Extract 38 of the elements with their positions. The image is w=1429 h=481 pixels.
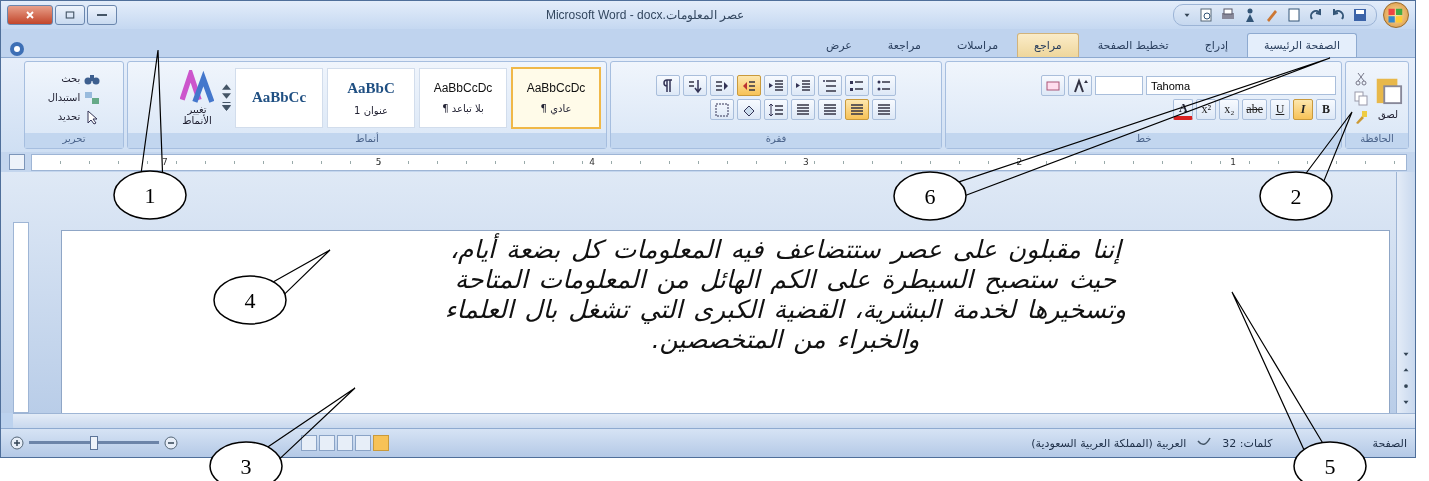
ribbon-tab[interactable]: مراجع — [1017, 33, 1079, 57]
word-count[interactable]: كلمات: 32 — [1222, 436, 1273, 450]
ruler-number: 2 — [1016, 157, 1023, 167]
font-format-button[interactable]: I — [1293, 99, 1313, 120]
ribbon-tab[interactable]: إدراج — [1187, 33, 1246, 57]
font-format-button[interactable]: x² — [1196, 99, 1217, 120]
ruler-number: 3 — [802, 157, 809, 167]
font-format-button[interactable]: B — [1316, 99, 1336, 120]
style-swatch[interactable]: AaBbCc — [235, 67, 323, 128]
editing-button[interactable]: استبدال — [47, 89, 101, 106]
ruler-number: 5 — [375, 157, 382, 167]
ribbon-tab[interactable]: تخطيط الصفحة — [1080, 33, 1186, 57]
callout: 3 — [209, 387, 356, 481]
editing-button[interactable]: تحديد — [47, 108, 101, 125]
change-styles-button[interactable]: تغيير الأنماط — [176, 69, 218, 126]
ruler-number: 1 — [1230, 157, 1236, 167]
group-label: تحرير — [25, 133, 123, 148]
font-format-button[interactable]: x₂ — [1219, 99, 1240, 120]
ribbon-tab[interactable]: عرض — [808, 33, 869, 57]
font-format-button[interactable]: abe — [1242, 99, 1267, 120]
ribbon-tab[interactable]: مراسلات — [939, 33, 1016, 57]
font-format-button[interactable]: U — [1270, 99, 1290, 120]
ribbon-tab[interactable]: الصفحة الرئيسية — [1247, 33, 1357, 57]
document-paragraph: إننا مقبلون على عصر ستتضاعف فيه المعلومات كل بضعة أيام، حيث ستصبح السيطرة على الكم الهائل من المعلومات المتاحة وتسخيرها لخدمة البشرية، القضية الكبرى التي تشغل بال العلماء والخبراء من المتخصصين. — [444, 235, 1127, 356]
font-name-field[interactable]: Tahoma — [1146, 76, 1336, 95]
paste-button[interactable]: لصق — [1373, 75, 1403, 120]
window-title: Microsoft Word - docx.عصر المعلومات — [544, 8, 746, 22]
group-label: فقرة — [611, 133, 941, 148]
callout: 4 — [213, 249, 331, 325]
ruler-number: 4 — [589, 157, 595, 167]
page-number[interactable]: الصفحة — [1372, 436, 1407, 450]
ruler-number: 7 — [162, 157, 168, 167]
group-label: الحافظة — [1346, 133, 1408, 148]
group-label: خط — [946, 133, 1341, 148]
language-status[interactable]: العربية (المملكة العربية السعودية) — [1031, 436, 1187, 450]
ribbon-tab[interactable]: مراجعة — [870, 33, 938, 57]
group-label: أنماط — [128, 133, 606, 148]
editing-button[interactable]: بحث — [47, 70, 101, 87]
